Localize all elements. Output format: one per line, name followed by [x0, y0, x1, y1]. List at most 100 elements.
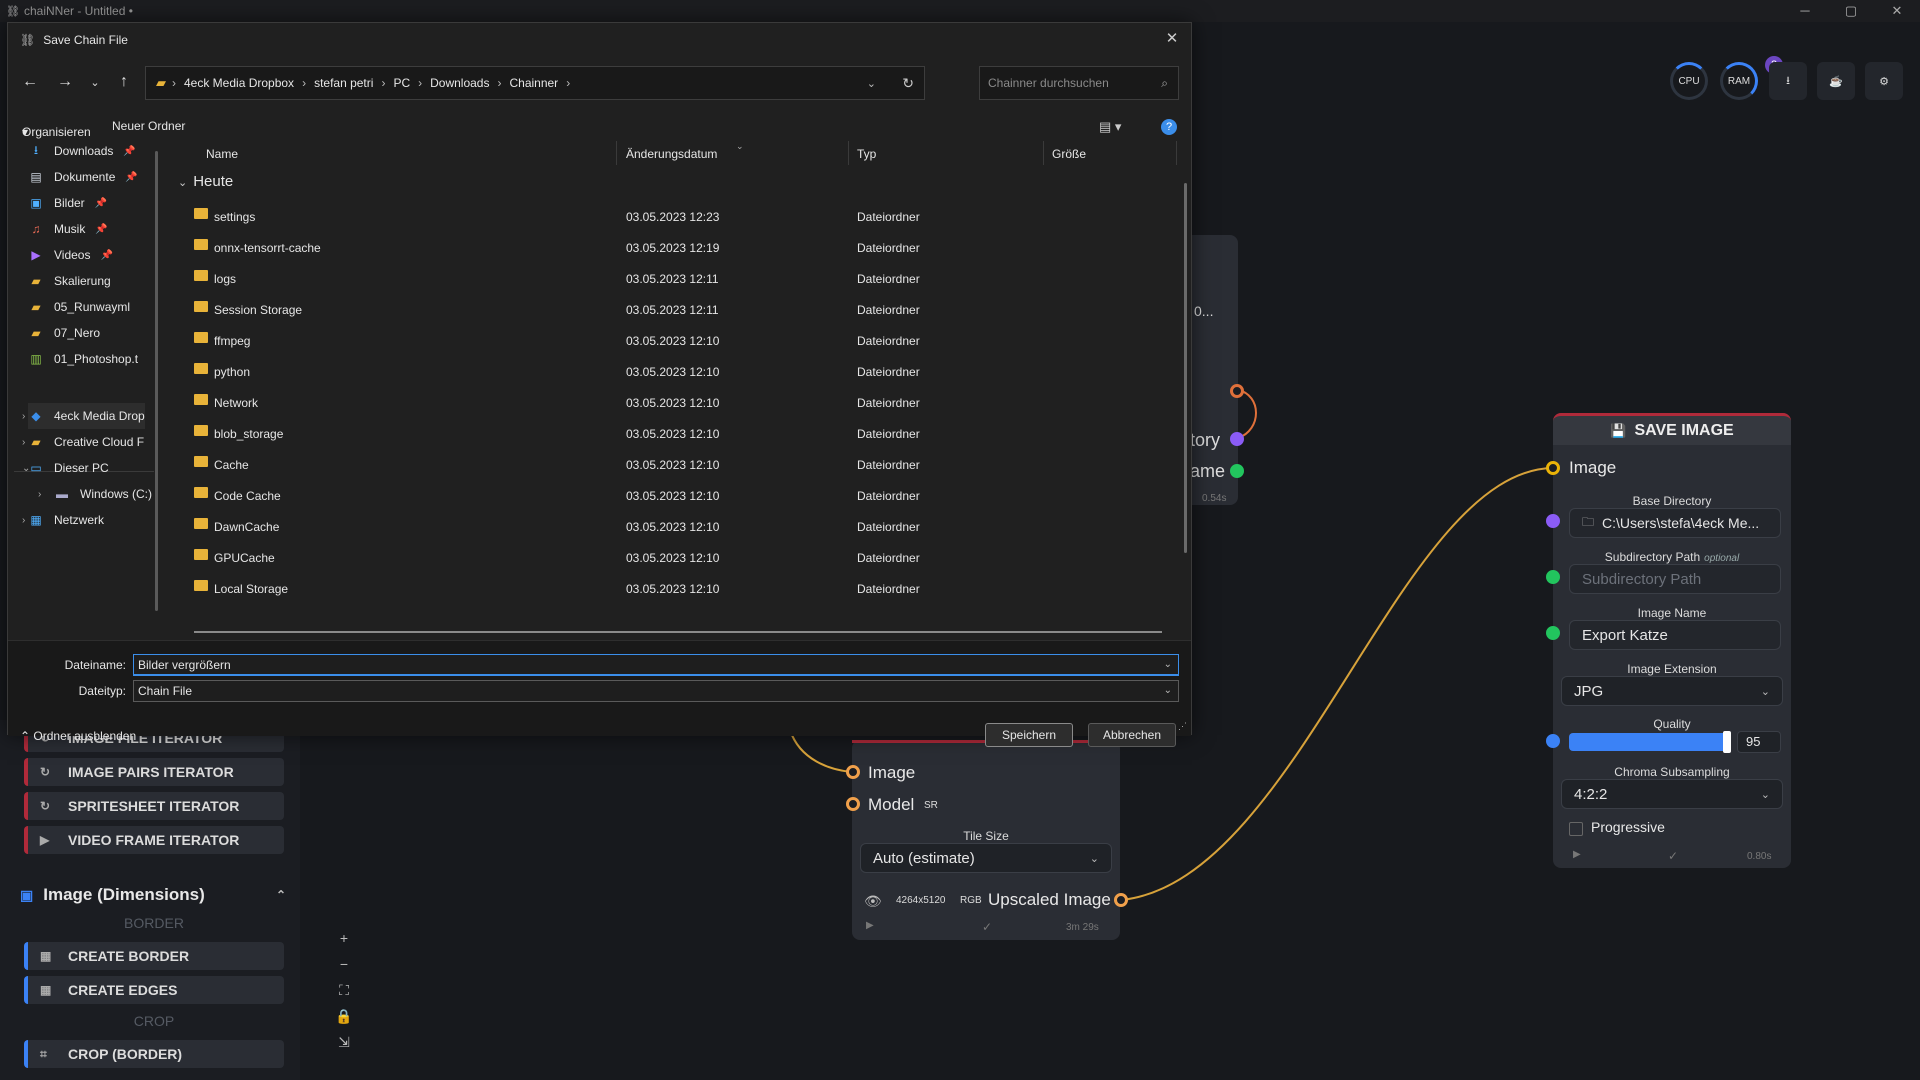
input-image-label: Image [868, 763, 916, 782]
nav-item-documents[interactable]: ▤ Dokumente 📌 [28, 164, 138, 190]
file-row[interactable]: Network 03.05.2023 12:10 Dateiordner [186, 387, 1176, 418]
expand-icon[interactable]: › [22, 437, 25, 448]
breadcrumb-item[interactable]: Chainner [509, 76, 558, 90]
nav-item-skalierung[interactable]: ▰ Skalierung [28, 268, 110, 294]
group-header-today[interactable]: ⌄ Heute [178, 173, 233, 190]
file-row[interactable]: ffmpeg 03.05.2023 12:10 Dateiordner [186, 325, 1176, 356]
play-icon[interactable]: ▶ [866, 920, 874, 931]
folder-icon [194, 363, 208, 374]
nav-item-dropbox[interactable]: ◆ 4eck Media Drop [28, 403, 145, 429]
image-extension-select[interactable]: JPG ⌄ [1561, 676, 1783, 706]
quality-number-input[interactable]: 95 [1737, 731, 1781, 753]
file-name: GPUCache [214, 551, 275, 565]
base-directory-field[interactable]: 🗀 C:\Users\stefa\4eck Me... [1569, 508, 1781, 538]
file-row[interactable]: onnx-tensorrt-cache 03.05.2023 12:19 Datei… [186, 232, 1176, 263]
file-row[interactable]: settings 03.05.2023 12:23 Dateiordner [186, 201, 1176, 232]
column-date[interactable]: Änderungsdatum [626, 147, 717, 161]
nav-scrollbar[interactable] [155, 151, 158, 611]
breadcrumb-item[interactable]: 4eck Media Dropbox [184, 76, 294, 90]
cancel-button[interactable]: Abbrechen [1088, 723, 1176, 747]
resize-grip-icon[interactable]: ⋰ [1178, 721, 1187, 732]
breadcrumb-item[interactable]: stefan petri [314, 76, 373, 90]
column-type[interactable]: Typ [857, 147, 876, 161]
pc-icon: ▭ [30, 461, 42, 475]
expand-icon[interactable]: › [38, 489, 41, 500]
progressive-checkbox[interactable] [1569, 822, 1583, 836]
output-handle-upscaled[interactable] [1114, 893, 1128, 907]
quality-slider[interactable] [1569, 731, 1731, 753]
folder-icon [194, 208, 208, 219]
play-icon[interactable]: ▶ [1573, 849, 1581, 860]
expand-icon[interactable]: › [22, 411, 25, 422]
output-handle-directory[interactable] [1230, 432, 1244, 446]
input-handle-image[interactable] [1546, 461, 1560, 475]
breadcrumb-separator: › [497, 76, 502, 90]
back-arrow-icon[interactable]: ← [20, 73, 40, 91]
input-handle-quality[interactable] [1546, 734, 1560, 748]
forward-arrow-icon[interactable]: → [55, 73, 75, 91]
address-bar[interactable]: ▰ › 4eck Media Dropbox › stefan petri › … [145, 66, 925, 100]
search-icon: ⌕ [1161, 75, 1168, 90]
column-separator [848, 141, 849, 165]
file-date: 03.05.2023 12:10 [626, 489, 720, 503]
input-handle-subdir[interactable] [1546, 570, 1560, 584]
file-name: logs [214, 272, 237, 286]
horizontal-scrollbar[interactable] [194, 631, 1162, 633]
close-icon[interactable]: ✕ [1161, 29, 1183, 47]
column-separator [1176, 141, 1177, 165]
chevron-down-icon[interactable]: ⌄ [867, 77, 876, 90]
vertical-scrollbar[interactable] [1184, 183, 1187, 553]
input-handle-model[interactable] [846, 797, 860, 811]
nav-item-pictures[interactable]: ▣ Bilder 📌 [28, 190, 107, 216]
file-row[interactable]: blob_storage 03.05.2023 12:10 Dateiordner [186, 418, 1176, 449]
image-name-input[interactable]: Export Katze [1569, 620, 1781, 650]
music-icon: ♫ [31, 222, 41, 236]
view-options-icon[interactable]: ▤ ▾ [1099, 119, 1121, 135]
nav-item-creative-cloud[interactable]: ▰ Creative Cloud F [28, 429, 144, 455]
input-handle-image[interactable] [846, 765, 860, 779]
expand-icon[interactable]: › [22, 515, 25, 526]
output-handle[interactable] [1230, 384, 1244, 398]
file-row[interactable]: Cache 03.05.2023 12:10 Dateiordner [186, 449, 1176, 480]
file-type: Dateiordner [857, 334, 920, 348]
search-input[interactable]: Chainner durchsuchen ⌕ [979, 66, 1179, 100]
help-icon[interactable]: ? [1161, 119, 1177, 135]
nav-item-videos[interactable]: ▶ Videos 📌 [28, 242, 113, 268]
nav-item-nero[interactable]: ▰ 07_Nero [28, 320, 100, 346]
file-row[interactable]: Session Storage 03.05.2023 12:11 Dateiordn… [186, 294, 1176, 325]
file-row[interactable]: Local Storage 03.05.2023 12:10 Dateiordner [186, 573, 1176, 604]
nav-item-this-pc[interactable]: ▭ Dieser PC [28, 455, 108, 481]
nav-item-runwayml[interactable]: ▰ 05_Runwayml [28, 294, 130, 320]
nav-item-downloads[interactable]: ⭳ Downloads 📌 [28, 138, 136, 164]
chroma-select[interactable]: 4:2:2 ⌄ [1561, 779, 1783, 809]
file-row[interactable]: DawnCache 03.05.2023 12:10 Dateiordner [186, 511, 1176, 542]
pin-icon: 📌 [100, 249, 113, 261]
subdirectory-input[interactable]: Subdirectory Path [1569, 564, 1781, 594]
file-row[interactable]: Code Cache 03.05.2023 12:10 Dateiordner [186, 480, 1176, 511]
input-handle-name[interactable] [1546, 626, 1560, 640]
slider-thumb[interactable] [1723, 731, 1731, 753]
refresh-icon[interactable]: ↻ [902, 75, 914, 92]
file-row[interactable]: GPUCache 03.05.2023 12:10 Dateiordner [186, 542, 1176, 573]
nav-item-music[interactable]: ♫ Musik 📌 [28, 216, 108, 242]
chevron-down-icon[interactable]: ⌄ [85, 76, 105, 89]
nav-item-network[interactable]: ▦ Netzwerk [28, 507, 104, 533]
file-row[interactable]: logs 03.05.2023 12:11 Dateiordner [186, 263, 1176, 294]
input-handle-directory[interactable] [1546, 514, 1560, 528]
file-type: Dateiordner [857, 582, 920, 596]
up-arrow-icon[interactable]: ↑ [114, 73, 134, 91]
column-size[interactable]: Größe [1052, 147, 1086, 161]
output-handle-name[interactable] [1230, 464, 1244, 478]
breadcrumb-item[interactable]: PC [393, 76, 410, 90]
hide-folders-toggle[interactable]: ⌃ Ordner ausblenden [20, 729, 136, 743]
file-date: 03.05.2023 12:10 [626, 582, 720, 596]
save-button[interactable]: Speichern [985, 723, 1073, 747]
tile-size-select[interactable]: Auto (estimate) ⌄ [860, 843, 1112, 873]
column-name[interactable]: Name [206, 147, 238, 161]
new-folder-button[interactable]: Neuer Ordner [112, 119, 185, 133]
nav-item-photoshop[interactable]: ▥ 01_Photoshop.t [28, 346, 138, 372]
eye-icon[interactable]: 👁 [864, 893, 882, 910]
file-row[interactable]: python 03.05.2023 12:10 Dateiordner [186, 356, 1176, 387]
breadcrumb-item[interactable]: Downloads [430, 76, 489, 90]
nav-item-windows-c[interactable]: ▬ Windows (C:) [54, 481, 152, 507]
